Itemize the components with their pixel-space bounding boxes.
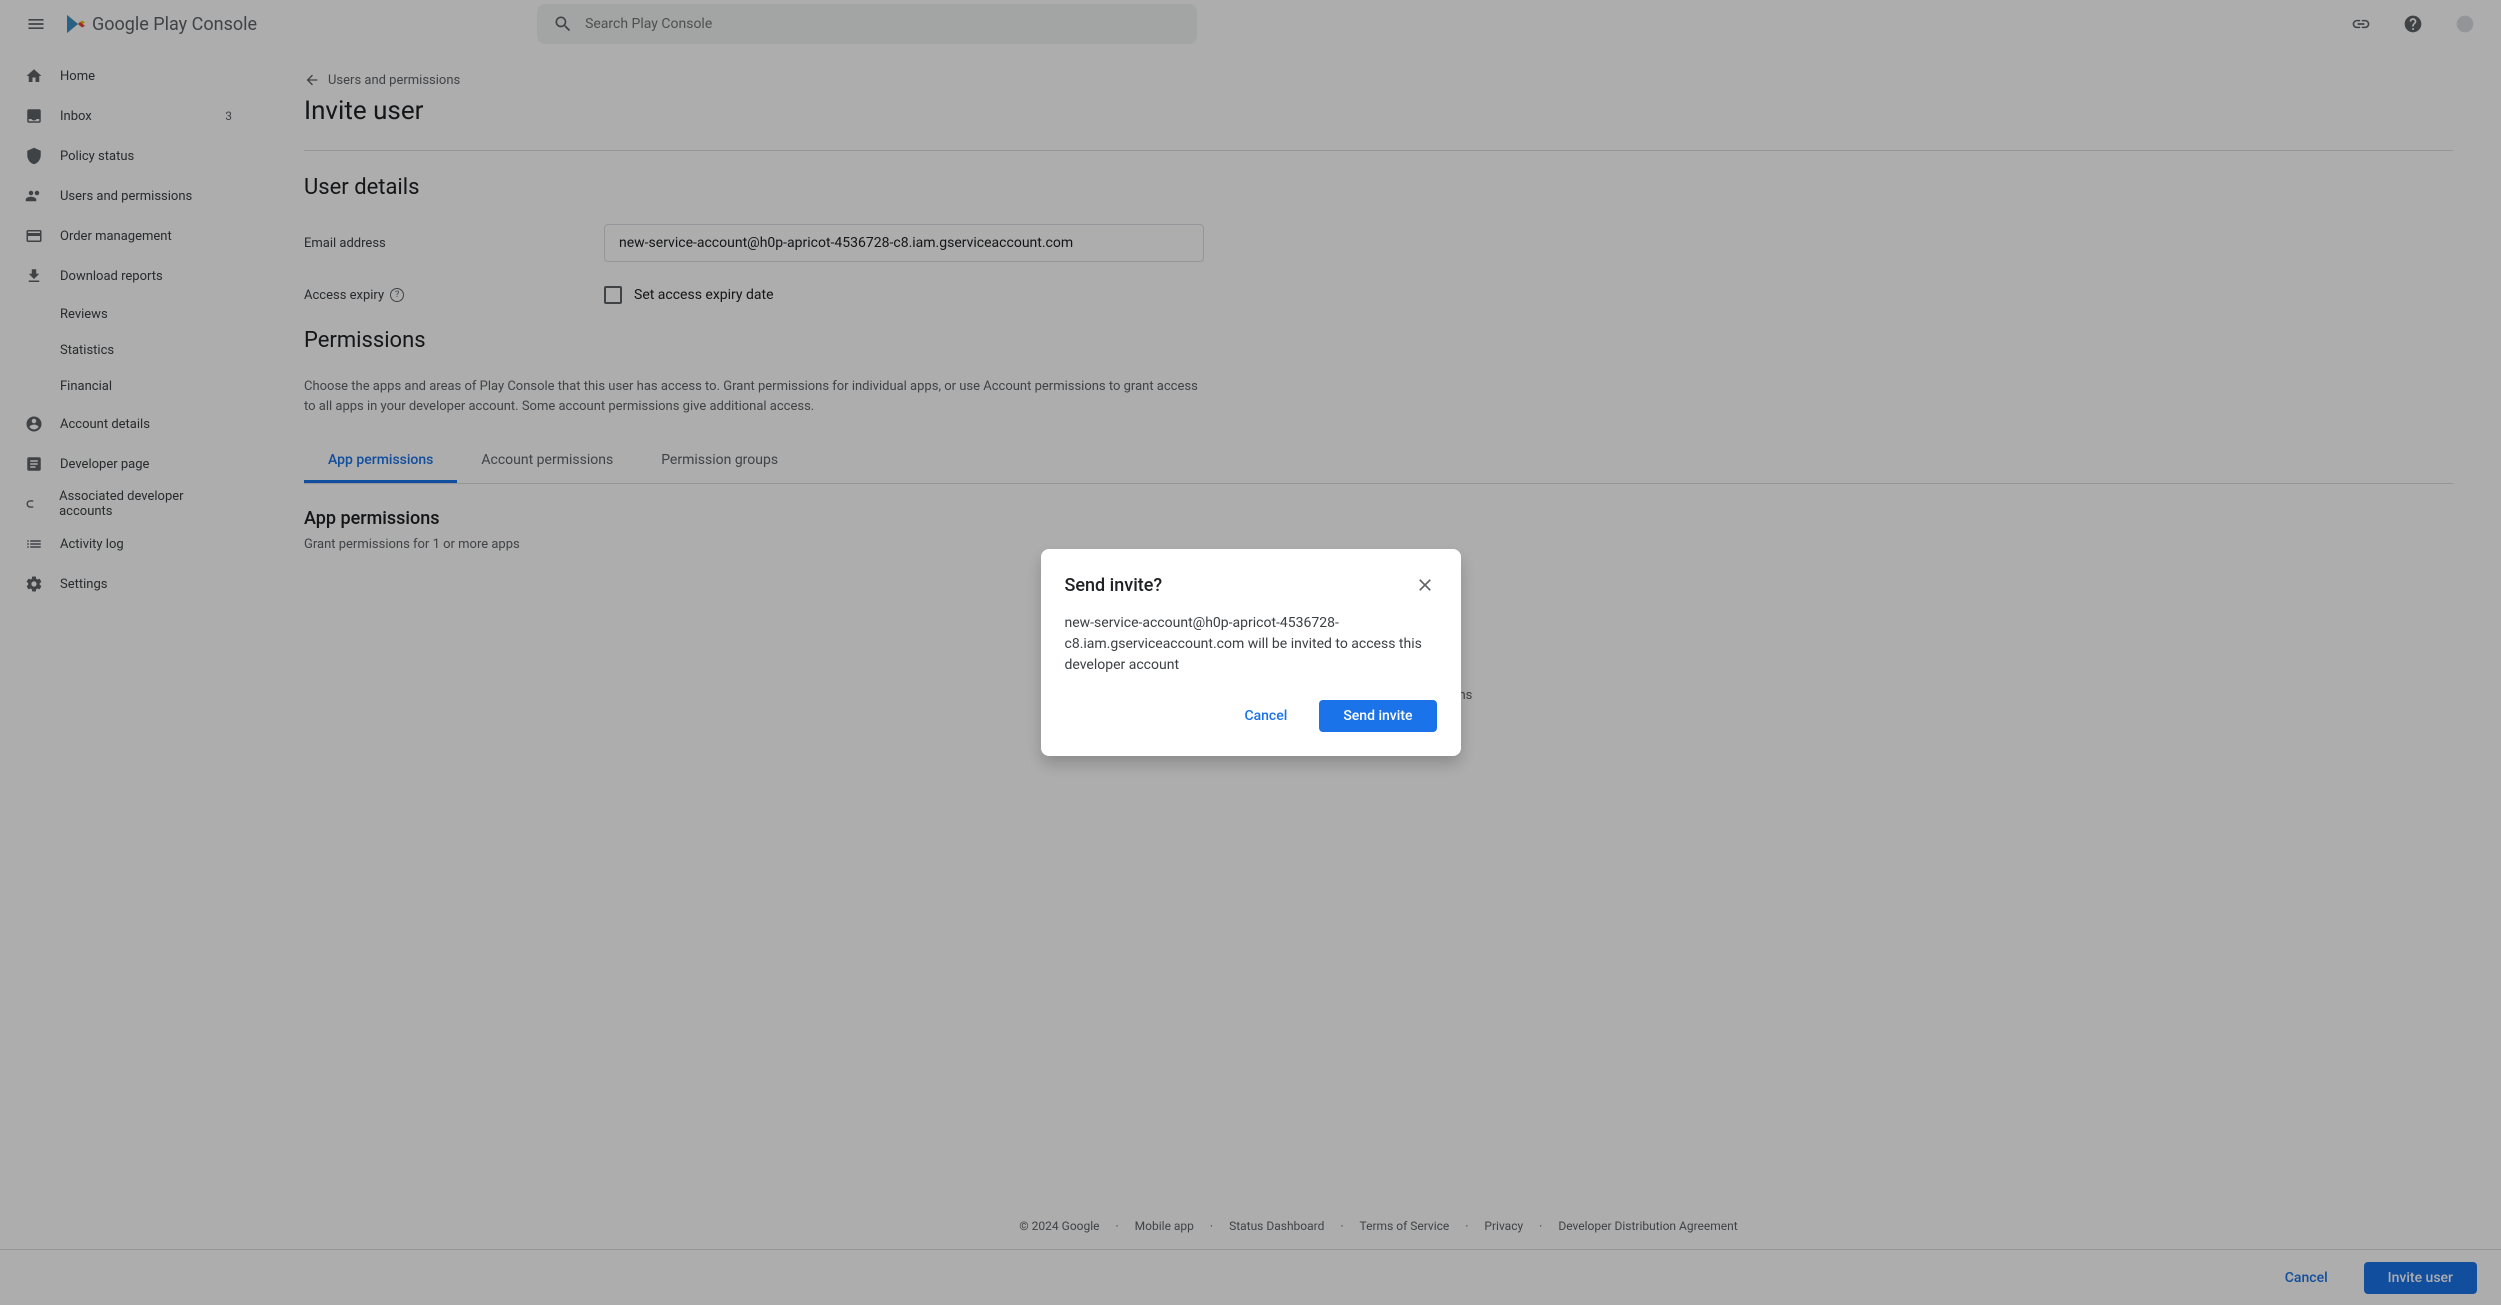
dialog-send-invite-button[interactable]: Send invite bbox=[1319, 700, 1436, 732]
dialog-cancel-button[interactable]: Cancel bbox=[1220, 700, 1311, 732]
dialog-body-text: new-service-account@h0p-apricot-4536728-… bbox=[1065, 613, 1437, 676]
modal-overlay[interactable]: Send invite? new-service-account@h0p-apr… bbox=[0, 0, 2501, 1305]
send-invite-dialog: Send invite? new-service-account@h0p-apr… bbox=[1041, 549, 1461, 756]
close-icon bbox=[1415, 575, 1435, 595]
dialog-close-button[interactable] bbox=[1413, 573, 1437, 597]
dialog-title: Send invite? bbox=[1065, 575, 1163, 596]
